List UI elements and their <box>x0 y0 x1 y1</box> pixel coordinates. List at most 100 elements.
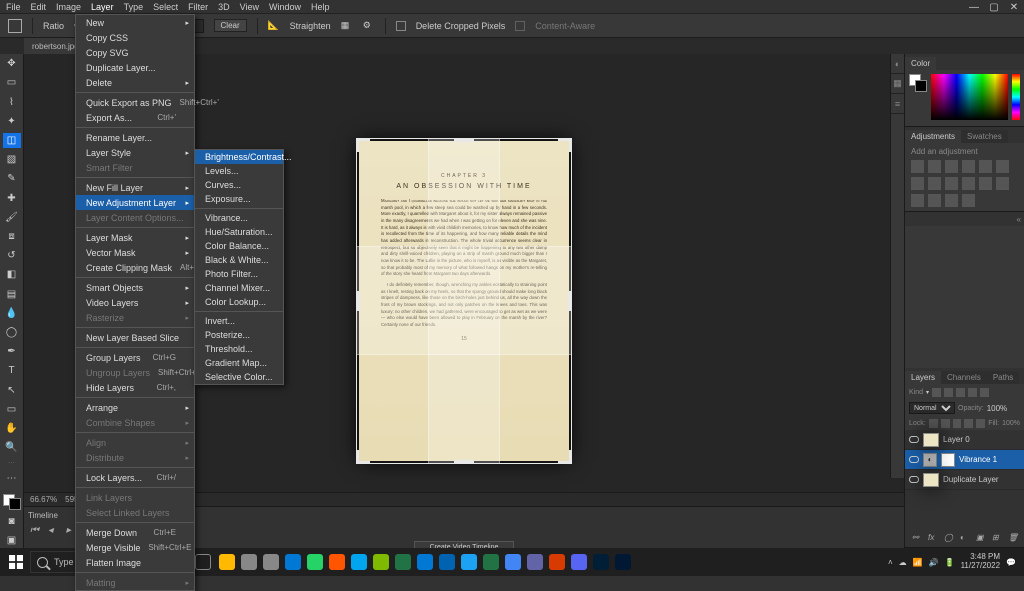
menu-item[interactable]: New▸ <box>76 15 194 30</box>
gradient-tool[interactable]: ▤ <box>3 286 21 301</box>
menu-file[interactable]: File <box>6 2 21 12</box>
filter-icon[interactable] <box>944 388 953 397</box>
lock-icon[interactable] <box>929 419 938 428</box>
zoom-readout[interactable]: 66.67% <box>30 495 57 504</box>
menu-3d[interactable]: 3D <box>218 2 230 12</box>
taskbar-app-icon[interactable] <box>480 551 502 573</box>
maximize-button[interactable]: ▢ <box>984 0 1004 14</box>
submenu-item[interactable]: Color Balance... <box>195 239 283 253</box>
move-tool[interactable]: ✥ <box>3 56 21 71</box>
battery-icon[interactable]: 🔋 <box>945 558 955 567</box>
hue-slider[interactable] <box>1012 74 1020 120</box>
menu-item[interactable]: Layer Mask▸ <box>76 230 194 245</box>
color-tab[interactable]: Color <box>905 57 936 70</box>
submenu-item[interactable]: Color Lookup... <box>195 295 283 309</box>
menu-select[interactable]: Select <box>153 2 178 12</box>
menu-filter[interactable]: Filter <box>188 2 208 12</box>
taskbar-app-icon[interactable] <box>436 551 458 573</box>
quick-mask-tool[interactable]: ◙ <box>3 514 21 529</box>
menu-item[interactable]: Video Layers▸ <box>76 295 194 310</box>
submenu-item[interactable]: Curves... <box>195 178 283 192</box>
menubar[interactable]: FileEditImageLayerTypeSelectFilter3DView… <box>0 0 1024 14</box>
adj-icon[interactable] <box>945 177 958 190</box>
crop-handle-r[interactable] <box>566 291 572 311</box>
clear-button[interactable]: Clear <box>214 19 247 32</box>
adj-icon[interactable] <box>911 177 924 190</box>
visibility-icon[interactable] <box>909 455 919 465</box>
visibility-icon[interactable] <box>909 435 919 445</box>
taskbar-app-icon[interactable] <box>348 551 370 573</box>
adj-icon[interactable] <box>928 177 941 190</box>
menu-item[interactable]: Merge VisibleShift+Ctrl+E <box>76 540 194 555</box>
fx-icon[interactable]: fx <box>928 533 938 543</box>
adj-icon[interactable] <box>996 177 1009 190</box>
lock-icon[interactable] <box>976 419 985 428</box>
color-swatches[interactable] <box>3 494 21 509</box>
adj-icon[interactable] <box>996 160 1009 173</box>
menu-item[interactable]: Create Clipping MaskAlt+Ctrl+G <box>76 260 194 275</box>
menu-item[interactable]: Copy SVG <box>76 45 194 60</box>
adj-icon[interactable] <box>962 177 975 190</box>
filter-icon[interactable] <box>932 388 941 397</box>
menu-window[interactable]: Window <box>269 2 301 12</box>
submenu-item[interactable]: Hue/Saturation... <box>195 225 283 239</box>
taskbar-app-icon[interactable] <box>282 551 304 573</box>
system-tray[interactable]: ˄ ☁ 📶 🔊 🔋 3:48 PM 11/27/2022 💬 <box>888 553 1020 571</box>
submenu-item[interactable]: Exposure... <box>195 192 283 206</box>
fill-value[interactable]: 100% <box>1002 420 1020 427</box>
collapsed-panels[interactable]: ◐▦≡ <box>890 54 904 478</box>
crop-handle-b[interactable] <box>454 458 474 464</box>
healing-tool[interactable]: ✚ <box>3 190 21 205</box>
crop-tool-icon[interactable] <box>8 19 22 33</box>
menu-item[interactable]: Flatten Image <box>76 555 194 570</box>
screen-mode-tool[interactable]: ▣ <box>3 533 21 548</box>
document-page[interactable]: CHAPTER 3 AN OBSESSION WITH TIME Margare… <box>359 141 569 461</box>
menu-item[interactable]: Copy CSS <box>76 30 194 45</box>
taskbar-app-icon[interactable] <box>392 551 414 573</box>
menu-item[interactable]: Group LayersCtrl+G <box>76 350 194 365</box>
submenu-item[interactable]: Posterize... <box>195 328 283 342</box>
taskbar-app-icon[interactable] <box>568 551 590 573</box>
menu-item[interactable]: Merge DownCtrl+E <box>76 525 194 540</box>
marquee-tool[interactable]: ▭ <box>3 75 21 90</box>
menu-view[interactable]: View <box>240 2 259 12</box>
new-layer-icon[interactable]: ⊞ <box>992 533 1002 543</box>
straighten-icon[interactable]: 📐 <box>268 20 280 32</box>
taskbar-app-icon[interactable] <box>216 551 238 573</box>
crop-handle-tr[interactable] <box>558 138 572 152</box>
delete-cropped-checkbox[interactable] <box>396 21 406 31</box>
adj-icon[interactable] <box>979 177 992 190</box>
history-brush-tool[interactable]: ↺ <box>3 248 21 263</box>
filter-icon[interactable] <box>956 388 965 397</box>
hand-tool[interactable]: ✋ <box>3 421 21 436</box>
lasso-tool[interactable]: ⌇ <box>3 94 21 109</box>
filter-icon[interactable] <box>980 388 989 397</box>
content-aware-checkbox[interactable] <box>515 21 525 31</box>
volume-icon[interactable]: 🔊 <box>929 558 939 567</box>
menu-item[interactable]: Smart Objects▸ <box>76 280 194 295</box>
visibility-icon[interactable] <box>909 475 919 485</box>
lock-icon[interactable] <box>941 419 950 428</box>
clock[interactable]: 3:48 PM 11/27/2022 <box>961 553 1000 571</box>
path-tool[interactable]: ↖ <box>3 382 21 397</box>
layer-thumb[interactable] <box>923 473 939 487</box>
menu-layer[interactable]: Layer <box>91 2 114 12</box>
crop-handle-bl[interactable] <box>356 450 370 464</box>
eyedropper-tool[interactable]: ✎ <box>3 171 21 186</box>
taskbar-app-icon[interactable] <box>458 551 480 573</box>
adjustments-tab[interactable]: Adjustments <box>905 130 961 143</box>
menu-edit[interactable]: Edit <box>31 2 47 12</box>
cloud-icon[interactable]: ☁ <box>899 558 907 567</box>
menu-item[interactable]: Vector Mask▸ <box>76 245 194 260</box>
crop-tool[interactable]: ◫ <box>3 133 21 148</box>
crop-handle-br[interactable] <box>558 450 572 464</box>
mask-icon[interactable]: ◯ <box>944 533 954 543</box>
taskbar-app-icon[interactable] <box>370 551 392 573</box>
paths-tab[interactable]: Paths <box>987 371 1019 384</box>
menu-item[interactable]: Duplicate Layer... <box>76 60 194 75</box>
taskbar-app-icon[interactable] <box>524 551 546 573</box>
crop-handle-l[interactable] <box>356 291 362 311</box>
minimize-button[interactable]: — <box>964 0 984 14</box>
menu-image[interactable]: Image <box>56 2 81 12</box>
adj-icon[interactable] <box>962 160 975 173</box>
